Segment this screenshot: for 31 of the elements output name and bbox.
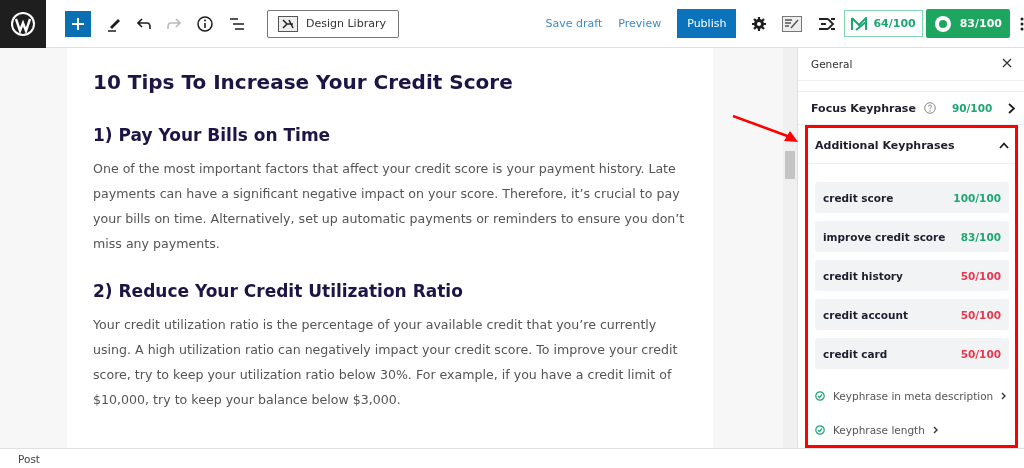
design-library-button[interactable]: Design Library — [267, 9, 399, 38]
breadcrumb[interactable]: Post — [18, 453, 40, 465]
keyphrase-name: improve credit score — [823, 230, 946, 243]
publish-button[interactable]: Publish — [677, 9, 737, 38]
keyphrase-name: credit card — [823, 347, 888, 360]
section-heading: 2) Reduce Your Credit Utilization Ratio — [93, 280, 464, 303]
post-title: 10 Tips To Increase Your Credit Score — [93, 69, 514, 96]
section-heading: 1) Pay Your Bills on Time — [93, 124, 332, 147]
check-item[interactable]: Keyphrase in meta description — [815, 381, 1009, 411]
keyphrase-row[interactable]: improve credit score 83/100 — [815, 221, 1009, 252]
paragraph: One of the most important factors that affect your credit score is your payment history. Late payments can have a significant negative impact on your score. Therefore, it’s crucial to pay your bills on time. Alternatively, set up automatic payments or reminders to ensure you don’t miss any payments. — [93, 160, 686, 253]
keyphrase-name: credit score — [823, 191, 894, 204]
paragraph: Your credit utilization ratio is the percentage of your available credit that you’re currently using. A high utilization ratio can negatively impact your credit score. To improve your credit score, try to keep your utilization ratio below 30%. For example, if you have a credit limit of $10,000, try to keep your balance below $3,000. — [93, 316, 679, 409]
keyphrase-score: 50/100 — [960, 347, 1001, 360]
keyphrase-row[interactable]: credit history 50/100 — [815, 260, 1009, 291]
keyphrase-score: 50/100 — [960, 269, 1001, 282]
keyphrase-score: 100/100 — [953, 191, 1001, 204]
keyphrase-name: credit account — [823, 308, 909, 321]
focus-keyphrase-label: Focus Keyphrase — [811, 101, 916, 115]
keyphrase-name: credit history — [823, 269, 903, 282]
keyphrase-row[interactable]: credit card 50/100 — [815, 338, 1009, 369]
check-item[interactable]: Keyphrase length — [815, 415, 1009, 445]
keyphrase-row[interactable]: credit account 50/100 — [815, 299, 1009, 330]
panel-title: General — [811, 57, 853, 70]
additional-keyphrases-header[interactable]: Additional Keyphrases — [808, 128, 1015, 164]
keyphrase-score: 50/100 — [960, 308, 1001, 321]
preview-link[interactable]: Preview — [618, 17, 662, 30]
keyphrase-score: 83/100 — [960, 230, 1001, 243]
focus-keyphrase-score: 90/100 — [951, 102, 993, 115]
save-draft-link[interactable]: Save draft — [545, 17, 603, 30]
keyphrase-row[interactable]: credit score 100/100 — [815, 182, 1009, 213]
